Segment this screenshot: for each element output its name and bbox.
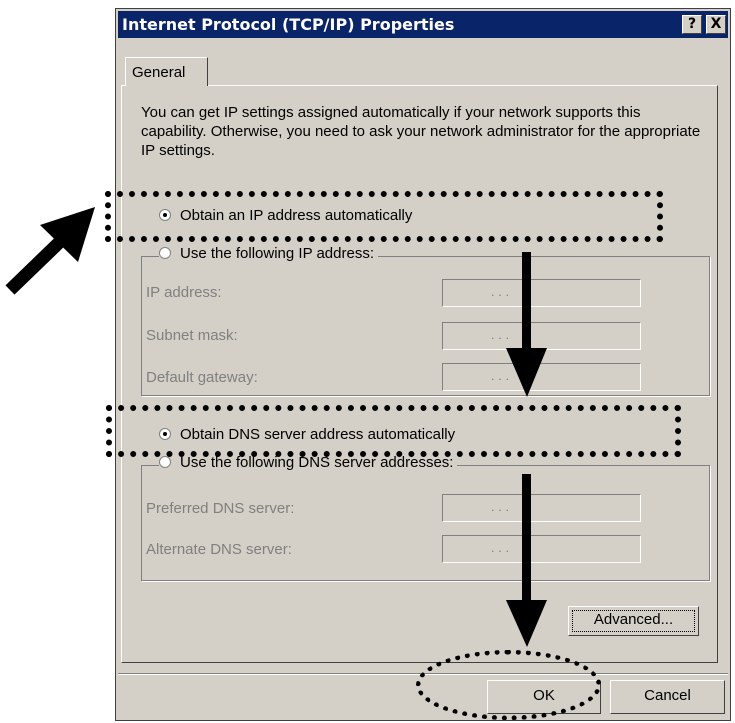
arrow-down-icon	[506, 252, 547, 397]
tab-general[interactable]: General	[125, 57, 208, 86]
arrow-icon	[5, 207, 95, 295]
annotation-arrows	[5, 207, 547, 647]
arrow-down-icon	[506, 474, 547, 647]
